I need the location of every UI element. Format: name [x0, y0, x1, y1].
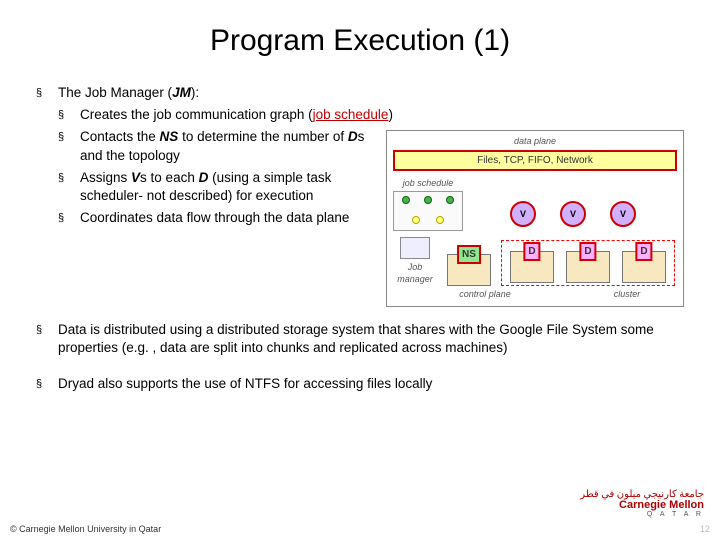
t: Data is distributed using a distributed … [58, 321, 684, 357]
schedule-graph-icon [393, 191, 463, 231]
page-number: 12 [700, 524, 710, 534]
d-server-icon: D [618, 251, 670, 283]
sub-1: § Creates the job communication graph (j… [58, 106, 684, 124]
t: Dryad also supports the use of NTFS for … [58, 375, 684, 393]
bullet-icon: § [36, 375, 58, 393]
vertex-node-icon: V [610, 201, 636, 227]
ns-badge: NS [457, 245, 481, 265]
d-server-icon: D [562, 251, 614, 283]
s1-link: job schedule [313, 107, 389, 122]
t: D [348, 129, 358, 144]
t: s to each [140, 170, 199, 185]
d-badge: D [523, 242, 540, 262]
slide-content: § The Job Manager (JM): § Creates the jo… [36, 84, 684, 393]
b1-prefix: The Job Manager ( [58, 85, 172, 100]
data-plane-label: data plane [393, 135, 677, 147]
t: Assigns [80, 170, 131, 185]
control-plane-label: control plane [393, 288, 577, 300]
job-schedule-label: job schedule [393, 177, 463, 189]
t: to determine the number of [178, 129, 348, 144]
sub-3: § Assigns Vs to each D (using a simple t… [58, 169, 378, 205]
bullet-icon: § [58, 106, 80, 124]
t: NS [160, 129, 179, 144]
logo-sub: Q A T A R [580, 511, 704, 518]
logo-text: Carnegie Mellon [580, 500, 704, 511]
d-badge: D [579, 242, 596, 262]
b1-jm: JM [172, 85, 191, 100]
bullet-icon: § [58, 169, 80, 205]
bullet-icon: § [36, 321, 58, 357]
job-manager-icon: Job manager [393, 237, 437, 285]
vertex-node-icon: V [510, 201, 536, 227]
t: V [131, 170, 140, 185]
jm-label: Job manager [393, 261, 437, 285]
bullet-3: § Dryad also supports the use of NTFS fo… [36, 375, 684, 393]
copyright-footer: © Carnegie Mellon University in Qatar [10, 524, 161, 534]
sub-2: § Contacts the NS to determine the numbe… [58, 128, 378, 164]
b1-suffix: ): [191, 85, 199, 100]
t: D [199, 170, 209, 185]
t: Coordinates data flow through the data p… [80, 209, 378, 227]
cluster-label: cluster [577, 288, 677, 300]
ns-server-icon: NS [443, 254, 495, 286]
architecture-diagram: data plane Files, TCP, FIFO, Network job… [386, 130, 684, 306]
slide-title: Program Execution (1) [36, 24, 684, 58]
bullet-2: § Data is distributed using a distribute… [36, 321, 684, 357]
d-badge: D [635, 242, 652, 262]
d-server-icon: D [506, 251, 558, 283]
data-plane-box: Files, TCP, FIFO, Network [393, 150, 677, 172]
cmu-qatar-logo: جامعة كارنيجي ميلون في قطر Carnegie Mell… [580, 490, 704, 518]
t: Contacts the [80, 129, 160, 144]
vertex-node-icon: V [560, 201, 586, 227]
bullet-icon: § [58, 209, 80, 227]
bullet-icon: § [58, 128, 80, 164]
cluster-box: D D D [501, 240, 675, 286]
bullet-1: § The Job Manager (JM): [36, 84, 684, 102]
sub-4: § Coordinates data flow through the data… [58, 209, 378, 227]
bullet-icon: § [36, 84, 58, 102]
s1-prefix: Creates the job communication graph ( [80, 107, 313, 122]
s1-suffix: ) [388, 107, 393, 122]
